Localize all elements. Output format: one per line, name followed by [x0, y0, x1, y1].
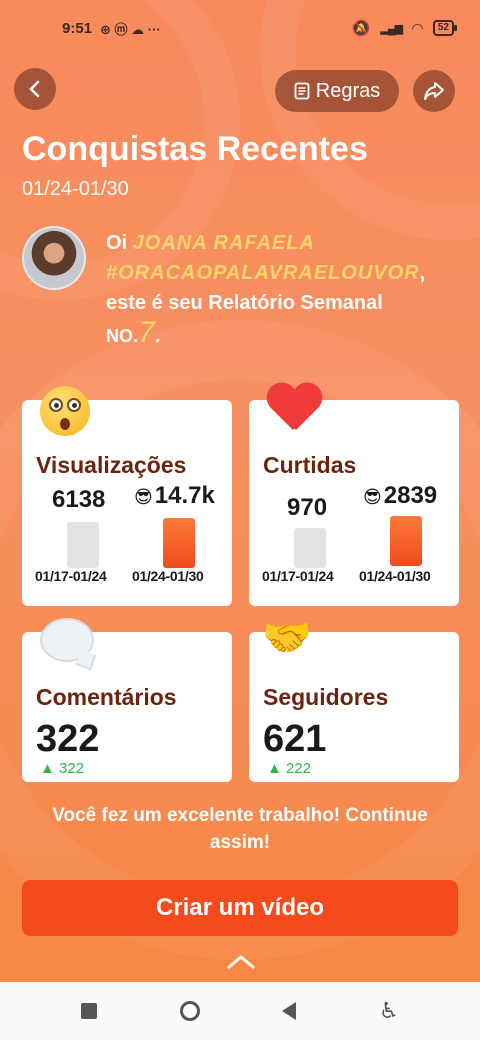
sunglasses-icon: 😎: [134, 487, 153, 507]
page-title: Conquistas Recentes: [22, 130, 368, 168]
views-curr-bar: [163, 518, 195, 568]
back-nav-button[interactable]: [282, 1002, 297, 1020]
status-bar: 9:51 ⊕ ⓜ ☁ ··· 🔕 ▂▄▆ ◠ 52: [0, 0, 480, 56]
followers-value: 621: [263, 718, 327, 760]
greeting-text: Oi JOANA RAFAELA #ORACAOPALAVRAELOUVOR, …: [106, 228, 466, 351]
back-icon: [29, 80, 40, 98]
views-curr-value: 14.7k: [154, 482, 215, 509]
system-icons: 🔕 ▂▄▆ ◠ 52: [351, 19, 458, 37]
greeting-prefix: Oi: [106, 232, 133, 254]
status-time: 9:51: [62, 19, 93, 37]
report-number: 7: [138, 316, 155, 349]
likes-prev-range: 01/17-01/24: [262, 568, 334, 584]
report-dot: .: [154, 325, 161, 347]
likes-prev-value: 970: [287, 494, 328, 521]
mute-icon: 🔕: [351, 20, 371, 37]
views-prev-value: 6138: [52, 486, 106, 513]
back-button[interactable]: [14, 68, 56, 110]
comments-title: Comentários: [36, 684, 177, 710]
views-prev-range: 01/17-01/24: [35, 568, 107, 584]
share-button[interactable]: [413, 70, 455, 112]
greeting-comma: ,: [419, 262, 426, 284]
likes-curr-value: 2839: [383, 482, 438, 509]
likes-title: Curtidas: [263, 452, 357, 478]
notification-icons: ⊕ ⓜ ☁ ···: [100, 21, 161, 37]
report-line: este é seu Relatório Semanal: [106, 292, 383, 314]
recents-button[interactable]: [81, 1003, 98, 1019]
user-hashtag: #ORACAOPALAVRAELOUVOR: [106, 262, 420, 284]
chevron-up-icon[interactable]: [226, 954, 256, 970]
likes-curr-range: 01/24-01/30: [359, 568, 431, 584]
user-name: JOANA RAFAELA: [132, 232, 315, 254]
create-video-label: Criar um vídeo: [155, 894, 325, 921]
share-icon: [424, 82, 444, 100]
rules-button[interactable]: Regras: [275, 70, 399, 112]
signal-icon: ▂▄▆: [380, 22, 403, 35]
views-title: Visualizações: [36, 452, 187, 478]
views-curr-range: 01/24-01/30: [132, 568, 204, 584]
comments-value: 322: [36, 718, 100, 760]
speech-bubble-icon: [40, 618, 94, 662]
heart-icon: [266, 384, 320, 432]
rules-label: Regras: [315, 79, 381, 102]
encouragement-message: Você fez um excelente trabalho! Continue…: [52, 805, 428, 853]
document-icon: [294, 82, 310, 100]
report-no-label: NO.: [106, 326, 139, 346]
accessibility-icon[interactable]: ♿: [379, 998, 399, 1024]
sunglasses-icon: 😎: [363, 487, 382, 507]
wifi-icon: ◠: [412, 19, 423, 36]
comments-delta: ▲ 322: [40, 760, 85, 777]
home-button[interactable]: [179, 1001, 200, 1021]
followers-title: Seguidores: [263, 684, 389, 710]
create-video-button[interactable]: Criar um vídeo: [22, 880, 458, 936]
likes-curr-bar: [390, 516, 422, 566]
views-prev-bar: [67, 522, 99, 568]
followers-delta: ▲ 222: [267, 760, 312, 777]
system-nav-bar: ♿: [0, 982, 480, 1040]
surprised-face-icon: [40, 386, 90, 436]
battery-icon: 52: [432, 20, 458, 36]
handshake-icon: 🤝: [262, 616, 312, 660]
likes-prev-bar: [294, 528, 326, 568]
avatar[interactable]: [22, 226, 86, 290]
date-range: 01/24-01/30: [22, 178, 129, 200]
